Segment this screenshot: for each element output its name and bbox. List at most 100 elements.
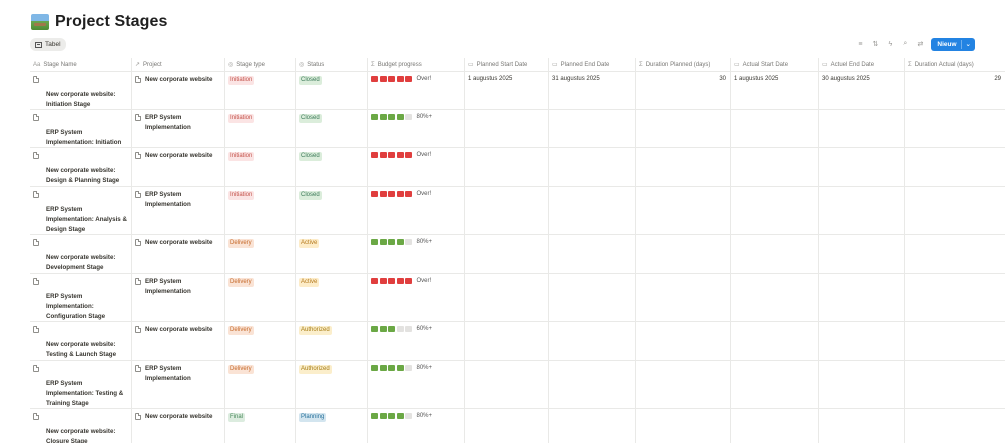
page-title[interactable]: Project Stages (55, 13, 168, 31)
column-header[interactable]: Σ Duration Planned (days) (636, 58, 731, 71)
search-icon[interactable]: ⌕ (901, 40, 909, 48)
column-header[interactable]: Σ Duration Actual (days) (905, 58, 1005, 71)
duration-planned-cell[interactable] (636, 235, 731, 273)
sort-icon[interactable]: ⇅ (871, 40, 879, 48)
project-link[interactable]: New corporate website (135, 325, 221, 335)
planned-end-date-cell[interactable] (549, 274, 636, 321)
stage-name-cell[interactable]: ERP System Implementation: Testing & Tra… (30, 361, 132, 408)
planned-end-date-cell[interactable] (549, 110, 636, 147)
table-row[interactable]: ERP System Implementation: Testing & Tra… (30, 361, 1005, 409)
duration-planned-cell[interactable] (636, 110, 731, 147)
actual-start-date-cell[interactable] (731, 409, 819, 443)
planned-end-date-cell[interactable] (549, 361, 636, 408)
status-cell[interactable]: Closed (296, 72, 368, 109)
stage-name-cell[interactable]: ERP System Implementation: Configuration… (30, 274, 132, 321)
stage-name[interactable]: New corporate website: Development Stage (33, 253, 128, 273)
duration-planned-cell[interactable] (636, 187, 731, 234)
project-cell[interactable]: New corporate website (132, 409, 225, 443)
stage-name-cell[interactable]: ERP System Implementation: Initiation St… (30, 110, 132, 147)
duration-actual-cell[interactable] (905, 409, 1005, 443)
planned-start-date-cell[interactable] (465, 322, 549, 360)
duration-planned-cell[interactable] (636, 322, 731, 360)
actual-start-date-cell[interactable] (731, 361, 819, 408)
actual-start-date-cell[interactable] (731, 148, 819, 186)
stage-name-cell[interactable]: New corporate website: Testing & Launch … (30, 322, 132, 360)
project-cell[interactable]: New corporate website (132, 72, 225, 109)
column-header[interactable]: ◎ Stage type (225, 58, 296, 71)
duration-planned-cell[interactable] (636, 361, 731, 408)
actual-end-date-cell[interactable] (819, 361, 905, 408)
status-cell[interactable]: Closed (296, 148, 368, 186)
actual-end-date-cell[interactable] (819, 235, 905, 273)
project-link[interactable]: New corporate website (135, 151, 221, 161)
actual-start-date-cell[interactable] (731, 187, 819, 234)
tab-table-view[interactable]: Tabel (30, 38, 66, 51)
planned-start-date-cell[interactable] (465, 148, 549, 186)
stage-type-cell[interactable]: Delivery (225, 322, 296, 360)
stage-name-cell[interactable]: ERP System Implementation: Analysis & De… (30, 187, 132, 234)
project-link[interactable]: ERP System Implementation (135, 113, 221, 133)
stage-name-cell[interactable]: New corporate website: Initiation Stage (30, 72, 132, 109)
actual-end-date-cell[interactable] (819, 409, 905, 443)
actual-end-date-cell[interactable] (819, 110, 905, 147)
stage-type-cell[interactable]: Delivery (225, 274, 296, 321)
stage-name[interactable]: ERP System Implementation: Testing & Tra… (33, 379, 128, 408)
lightning-icon[interactable]: ϟ (886, 41, 894, 48)
duration-planned-cell[interactable] (636, 409, 731, 443)
project-cell[interactable]: ERP System Implementation (132, 361, 225, 408)
stage-type-cell[interactable]: Initiation (225, 110, 296, 147)
status-cell[interactable]: Active (296, 235, 368, 273)
status-cell[interactable]: Active (296, 274, 368, 321)
planned-start-date-cell[interactable] (465, 235, 549, 273)
table-row[interactable]: ERP System Implementation: Configuration… (30, 274, 1005, 322)
stage-type-cell[interactable]: Final (225, 409, 296, 443)
actual-start-date-cell[interactable]: 1 augustus 2025 (731, 72, 819, 109)
planned-end-date-cell[interactable] (549, 187, 636, 234)
table-row[interactable]: ERP System Implementation: Initiation St… (30, 110, 1005, 148)
actual-end-date-cell[interactable] (819, 274, 905, 321)
stage-name[interactable]: ERP System Implementation: Initiation St… (33, 128, 128, 147)
planned-end-date-cell[interactable] (549, 409, 636, 443)
stage-type-cell[interactable]: Delivery (225, 235, 296, 273)
actual-end-date-cell[interactable] (819, 322, 905, 360)
stage-name[interactable]: New corporate website: Testing & Launch … (33, 340, 128, 360)
status-cell[interactable]: Authorized (296, 361, 368, 408)
project-cell[interactable]: ERP System Implementation (132, 187, 225, 234)
settings-icon[interactable]: ⇄ (916, 40, 924, 48)
project-cell[interactable]: New corporate website (132, 235, 225, 273)
column-header[interactable]: ◎ Status (296, 58, 368, 71)
stage-name-cell[interactable]: New corporate website: Development Stage (30, 235, 132, 273)
column-header[interactable]: Aa Stage Name (30, 58, 132, 71)
table-row[interactable]: New corporate website: Initiation Stage N… (30, 72, 1005, 110)
planned-start-date-cell[interactable]: 1 augustus 2025 (465, 72, 549, 109)
project-cell[interactable]: New corporate website (132, 148, 225, 186)
table-row[interactable]: New corporate website: Closure Stage New … (30, 409, 1005, 443)
project-link[interactable]: New corporate website (135, 75, 221, 85)
actual-end-date-cell[interactable] (819, 187, 905, 234)
planned-end-date-cell[interactable]: 31 augustus 2025 (549, 72, 636, 109)
planned-start-date-cell[interactable] (465, 110, 549, 147)
table-row[interactable]: ERP System Implementation: Analysis & De… (30, 187, 1005, 235)
stage-name[interactable]: New corporate website: Closure Stage (33, 427, 128, 443)
table-row[interactable]: New corporate website: Design & Planning… (30, 148, 1005, 187)
column-header[interactable]: ▭ Actual Start Date (731, 58, 819, 71)
stage-type-cell[interactable]: Delivery (225, 361, 296, 408)
planned-end-date-cell[interactable] (549, 148, 636, 186)
actual-start-date-cell[interactable] (731, 322, 819, 360)
planned-end-date-cell[interactable] (549, 235, 636, 273)
column-header[interactable]: Σ Budget progress (368, 58, 465, 71)
planned-start-date-cell[interactable] (465, 409, 549, 443)
project-link[interactable]: New corporate website (135, 238, 221, 248)
status-cell[interactable]: Authorized (296, 322, 368, 360)
duration-actual-cell[interactable]: 29 (905, 72, 1005, 109)
project-cell[interactable]: New corporate website (132, 322, 225, 360)
planned-start-date-cell[interactable] (465, 361, 549, 408)
project-link[interactable]: New corporate website (135, 412, 221, 422)
stage-name[interactable]: New corporate website: Initiation Stage (33, 90, 128, 109)
duration-planned-cell[interactable]: 30 (636, 72, 731, 109)
column-header[interactable]: ↗ Project (132, 58, 225, 71)
duration-actual-cell[interactable] (905, 148, 1005, 186)
duration-planned-cell[interactable] (636, 274, 731, 321)
status-cell[interactable]: Planning (296, 409, 368, 443)
actual-end-date-cell[interactable] (819, 148, 905, 186)
